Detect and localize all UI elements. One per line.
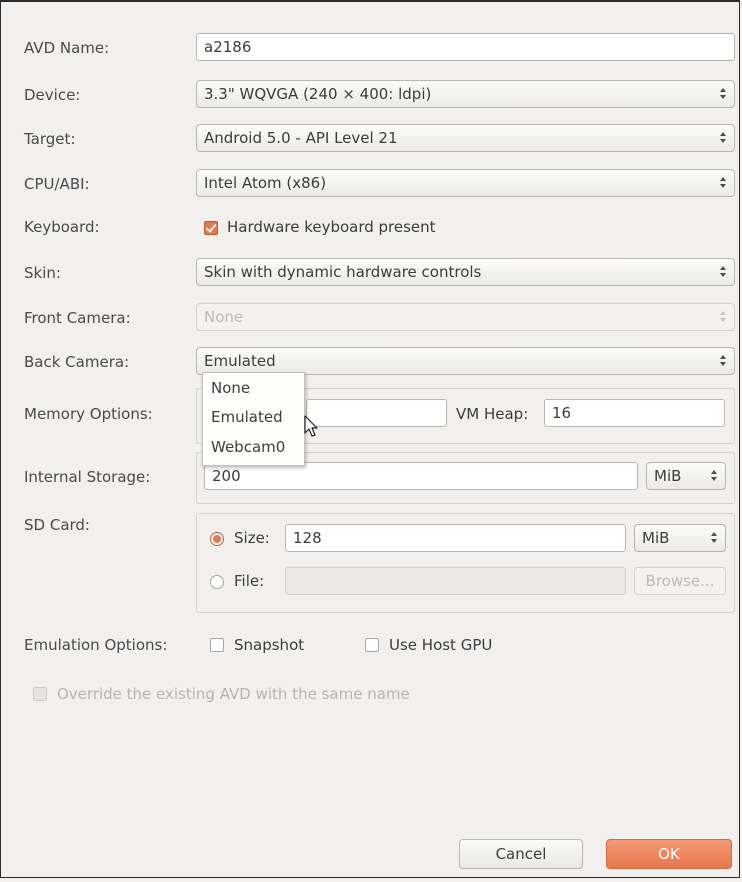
skin-select[interactable]: Skin with dynamic hardware controls: [196, 258, 735, 286]
device-select[interactable]: 3.3" WQVGA (240 × 400: ldpi): [196, 80, 735, 108]
sd-card-label: SD Card:: [24, 516, 90, 534]
vm-heap-input[interactable]: 16: [544, 399, 725, 427]
skin-label: Skin:: [24, 264, 61, 282]
skin-select-value: Skin with dynamic hardware controls: [204, 263, 482, 281]
spin-arrows-icon: [720, 177, 726, 191]
cpu-abi-select[interactable]: Intel Atom (x86): [196, 169, 735, 197]
spin-arrows-icon: [720, 88, 726, 102]
emulation-options-label: Emulation Options:: [24, 636, 168, 654]
internal-storage-input[interactable]: 200: [204, 462, 638, 490]
sd-size-label: Size:: [234, 529, 270, 547]
override-label: Override the existing AVD with the same …: [57, 685, 410, 703]
ram-input[interactable]: [306, 399, 447, 427]
internal-storage-unit-select[interactable]: MiB: [646, 462, 726, 490]
cancel-button[interactable]: Cancel: [459, 839, 583, 869]
dropdown-option-none[interactable]: None: [211, 379, 250, 397]
spin-arrows-icon: [711, 470, 717, 484]
sd-size-radio[interactable]: [210, 532, 224, 546]
front-camera-label: Front Camera:: [24, 309, 131, 327]
browse-button: Browse...: [634, 567, 726, 595]
back-camera-select-value: Emulated: [204, 352, 276, 370]
avd-name-label: AVD Name:: [24, 39, 110, 57]
spin-arrows-icon: [711, 532, 717, 546]
cpu-abi-label: CPU/ABI:: [24, 175, 90, 193]
spin-arrows-icon: [720, 132, 726, 146]
spin-arrows-icon: [720, 355, 726, 369]
use-host-gpu-label: Use Host GPU: [389, 636, 493, 654]
back-camera-select[interactable]: Emulated: [196, 347, 735, 375]
keyboard-label: Keyboard:: [24, 218, 100, 236]
vm-heap-label: VM Heap:: [456, 405, 529, 423]
hardware-keyboard-label: Hardware keyboard present: [227, 218, 436, 236]
sd-size-unit-value: MiB: [642, 529, 670, 547]
front-camera-select-value: None: [204, 308, 244, 326]
hardware-keyboard-checkbox[interactable]: [204, 221, 218, 235]
sd-file-label: File:: [234, 572, 265, 590]
spin-arrows-icon: [720, 266, 726, 280]
create-avd-dialog: AVD Name: a2186 Device: 3.3" WQVGA (240 …: [0, 0, 740, 878]
target-label: Target:: [24, 130, 76, 148]
internal-storage-unit-value: MiB: [654, 467, 682, 485]
back-camera-dropdown: None Emulated Webcam0: [202, 372, 305, 466]
avd-name-input[interactable]: a2186: [196, 33, 735, 61]
sd-size-input[interactable]: 128: [285, 524, 626, 552]
snapshot-checkbox[interactable]: [210, 638, 224, 652]
target-select-value: Android 5.0 - API Level 21: [204, 129, 398, 147]
sd-size-unit-select[interactable]: MiB: [634, 524, 726, 552]
mouse-cursor-icon: [304, 415, 318, 437]
memory-options-label: Memory Options:: [24, 405, 153, 423]
dropdown-option-webcam0[interactable]: Webcam0: [211, 438, 285, 456]
spin-arrows-icon: [720, 311, 726, 325]
snapshot-label: Snapshot: [234, 636, 305, 654]
internal-storage-label: Internal Storage:: [24, 468, 151, 486]
front-camera-select: None: [196, 303, 735, 331]
cpu-abi-select-value: Intel Atom (x86): [204, 174, 327, 192]
ok-button[interactable]: OK: [606, 839, 732, 869]
sd-file-radio[interactable]: [210, 575, 224, 589]
dropdown-option-emulated[interactable]: Emulated: [211, 408, 283, 426]
override-checkbox: [33, 687, 47, 701]
back-camera-label: Back Camera:: [24, 353, 130, 371]
use-host-gpu-checkbox[interactable]: [365, 638, 379, 652]
device-label: Device:: [24, 86, 81, 104]
target-select[interactable]: Android 5.0 - API Level 21: [196, 124, 735, 152]
device-select-value: 3.3" WQVGA (240 × 400: ldpi): [204, 85, 432, 103]
sd-file-input: [285, 567, 626, 595]
